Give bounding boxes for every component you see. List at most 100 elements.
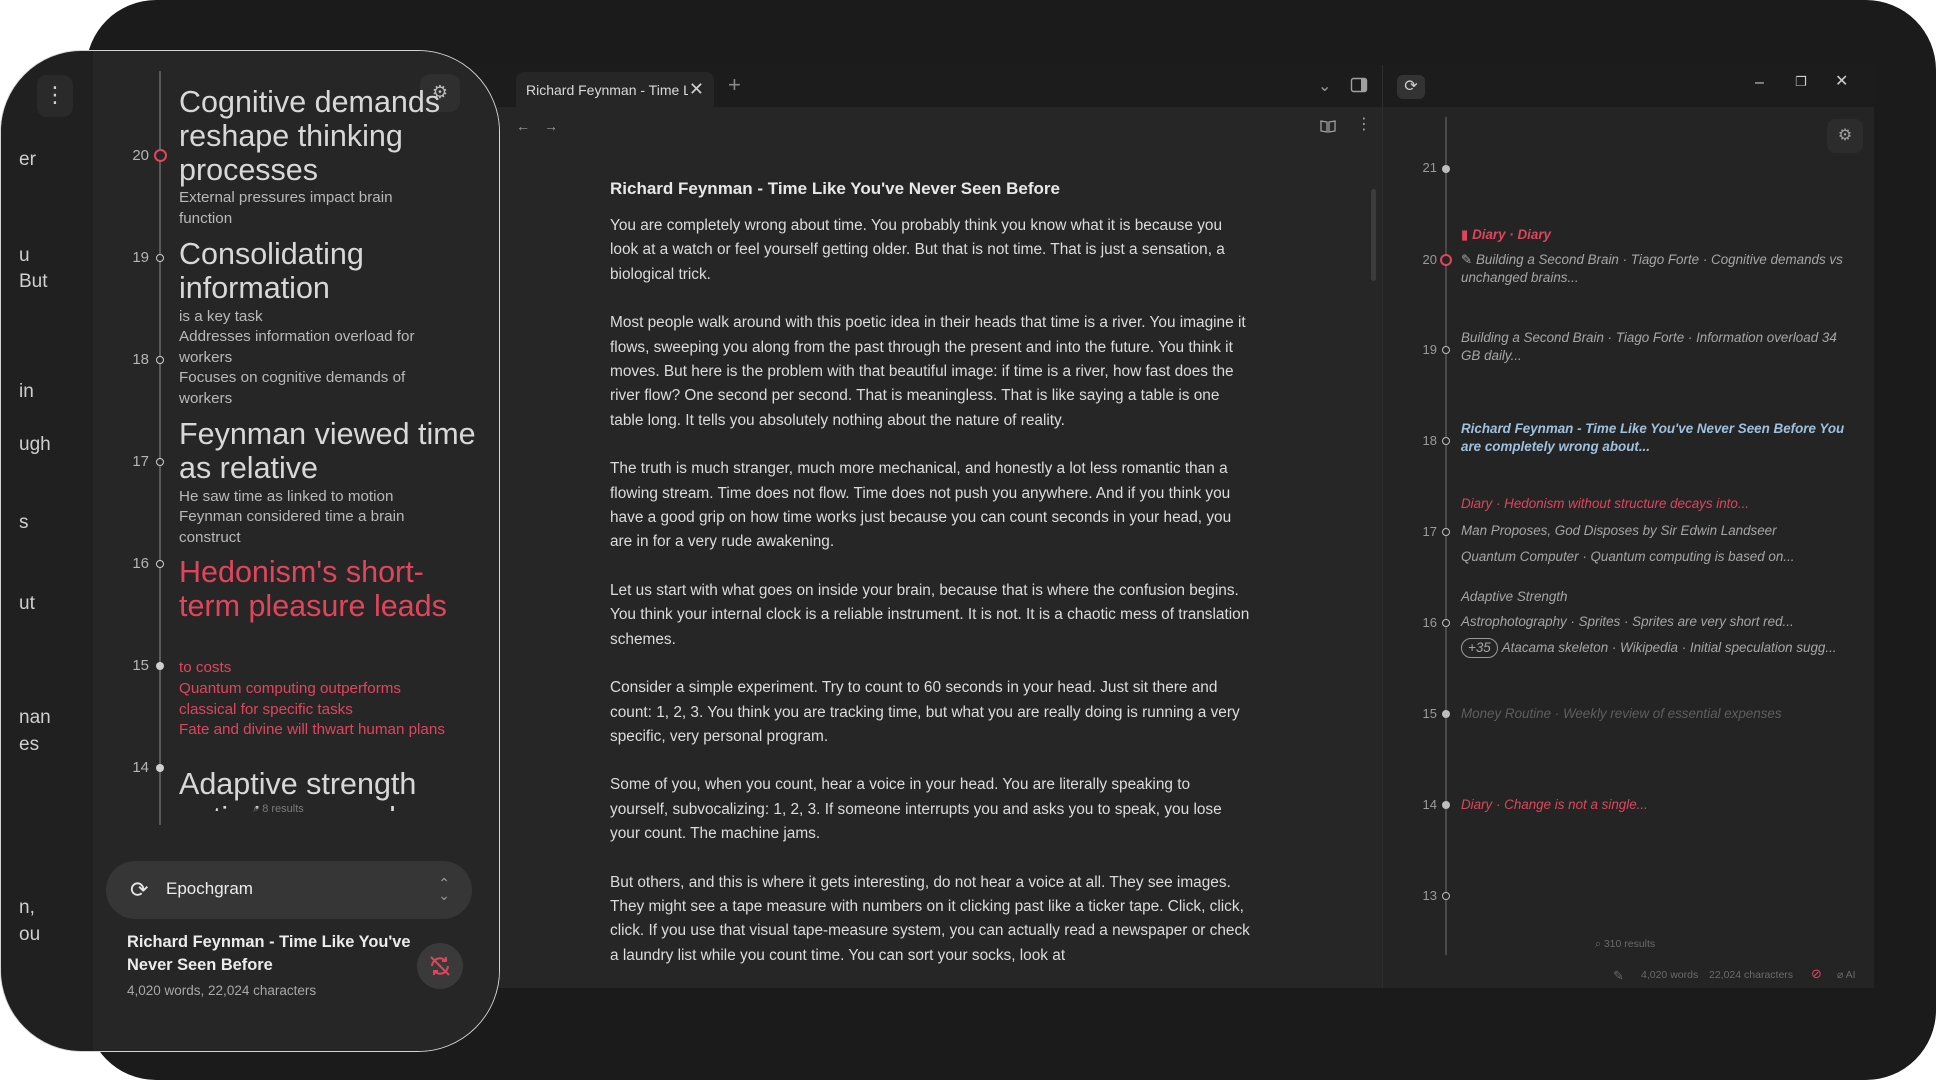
timeline-marker[interactable] <box>1442 710 1450 718</box>
more-options-icon[interactable]: ⋮ <box>1356 117 1372 133</box>
timeline-number: 19 <box>132 249 149 266</box>
sync-off-icon[interactable]: ⊘ <box>1811 966 1822 982</box>
current-note-meta: 4,020 words, 22,024 characters <box>127 983 317 998</box>
timeline-heading[interactable]: Adaptive strength <box>179 767 479 801</box>
more-count-badge[interactable]: +35 <box>1461 638 1498 658</box>
forward-arrow-icon[interactable]: → <box>544 119 558 133</box>
text-fragment: es <box>19 734 40 755</box>
epochgram-icon[interactable]: ⟳ <box>1397 75 1425 99</box>
tab-close-icon[interactable]: ✕ <box>689 79 704 100</box>
timeline-heading-highlight[interactable]: Hedonism's short-term pleasure leads <box>179 555 479 623</box>
timeline-subitem: Quantum computing outperforms classical … <box>179 680 402 718</box>
sync-off-icon[interactable] <box>417 943 463 989</box>
paragraph: Most people walk around with this poetic… <box>610 314 1246 429</box>
timeline-entry[interactable]: Quantum Computer · Quantum computing is … <box>1461 548 1861 566</box>
paragraph: The truth is much stranger, much more me… <box>610 460 1232 551</box>
timeline-entry[interactable]: Money Routine · Weekly review of essenti… <box>1461 705 1861 723</box>
view-selector[interactable]: ⟳ Epochgram ⌃ ⌄ <box>106 861 472 919</box>
text-fragment: ut <box>19 593 35 614</box>
paragraph: But others, and this is where it gets in… <box>610 873 1250 964</box>
timeline-marker[interactable] <box>1442 165 1450 173</box>
timeline-entry[interactable]: Diary · Hedonism without structure decay… <box>1461 495 1861 513</box>
timeline-entry[interactable]: +35 Atacama skeleton · Wikipedia · Initia… <box>1461 638 1861 658</box>
timeline-marker[interactable] <box>1442 346 1450 354</box>
close-window-icon[interactable]: ✕ <box>1835 74 1848 90</box>
entry-text: Diary · Diary <box>1472 227 1551 242</box>
selector-label: Epochgram <box>166 879 253 898</box>
timeline-marker[interactable] <box>156 560 164 568</box>
document-content[interactable]: Richard Feynman - Time Like You've Never… <box>610 177 1250 988</box>
timeline-marker-current[interactable] <box>1440 254 1452 266</box>
text-fragment: s <box>19 512 29 533</box>
timeline-entry[interactable]: Man Proposes, God Disposes by Sir Edwin … <box>1461 522 1861 540</box>
pencil-icon[interactable]: ✎ <box>1613 968 1624 984</box>
timeline-entry[interactable]: ✎ Building a Second Brain · Tiago Forte … <box>1461 251 1851 287</box>
timeline-entry[interactable]: ▮ Diary · Diary <box>1461 226 1861 244</box>
gear-icon[interactable]: ⚙ <box>1827 119 1863 153</box>
text-fragment: ugh <box>19 434 51 455</box>
chevron-down-icon[interactable]: ⌄ <box>1318 79 1331 95</box>
text-fragment: n, <box>19 897 35 918</box>
timeline-marker[interactable] <box>156 764 164 772</box>
timeline-axis <box>159 71 161 825</box>
phone-frame: ⋮ er u But in ugh s ut nan es n, ou ⚙ 20… <box>0 50 500 1052</box>
timeline-heading[interactable]: Cognitive demands reshape thinking proce… <box>179 85 479 187</box>
timeline-marker[interactable] <box>1442 437 1450 445</box>
reading-mode-icon[interactable] <box>1320 119 1336 137</box>
timeline-subitem: External pressures impact brain function <box>179 189 393 227</box>
text-fragment: er <box>19 149 36 170</box>
paragraph: You are completely wrong about time. You… <box>610 217 1225 283</box>
scrollbar-thumb[interactable] <box>1371 189 1376 281</box>
results-count: ⌕ 310 results <box>1595 938 1656 950</box>
timeline-marker[interactable] <box>1442 801 1450 809</box>
timeline-entry-selected[interactable]: Richard Feynman - Time Like You've Never… <box>1461 420 1851 456</box>
timeline-marker-current[interactable] <box>154 149 167 162</box>
timeline-number: 13 <box>1422 888 1437 903</box>
timeline-marker[interactable] <box>156 356 164 364</box>
timeline-number: 21 <box>1422 160 1437 175</box>
document-title: Richard Feynman - Time Like You've Never… <box>610 179 1060 198</box>
current-note-title[interactable]: Richard Feynman - Time Like You've Never… <box>127 931 417 977</box>
timeline-number: 16 <box>132 555 149 572</box>
timeline-marker[interactable] <box>156 458 164 466</box>
ai-status[interactable]: ⌀ AI <box>1837 969 1856 981</box>
sidebar-toggle-icon[interactable] <box>1350 76 1368 98</box>
timeline-marker[interactable] <box>1442 892 1450 900</box>
paragraph: Consider a simple experiment. Try to cou… <box>610 679 1240 745</box>
paragraph: Let us start with what goes on inside yo… <box>610 581 1250 648</box>
back-arrow-icon[interactable]: ← <box>516 119 530 133</box>
timeline-number: 19 <box>1422 342 1437 357</box>
editor-pane: Richard Feynman - Time Li... ✕ + ⌄ ← → ⋮… <box>476 65 1382 988</box>
word-count: 4,020 words <box>1641 969 1699 981</box>
timeline-entry[interactable]: Adaptive Strength <box>1461 588 1861 606</box>
editor-body[interactable]: ← → ⋮ Richard Feynman - Time Like You've… <box>476 107 1382 988</box>
timeline-number: 16 <box>1422 615 1437 630</box>
epochgram-icon: ⟳ <box>130 877 149 902</box>
timeline-subitem: Focuses on cognitive demands of workers <box>179 369 406 407</box>
timeline-number: 15 <box>1422 706 1437 721</box>
new-tab-icon[interactable]: + <box>728 72 741 98</box>
timeline-axis <box>1445 117 1447 955</box>
restore-icon[interactable]: ❐ <box>1795 75 1807 88</box>
timeline-entry[interactable]: Building a Second Brain · Tiago Forte · … <box>1461 329 1851 365</box>
timeline-marker[interactable] <box>156 254 164 262</box>
tab-active-document[interactable]: Richard Feynman - Time Li... ✕ <box>516 72 714 107</box>
minimize-icon[interactable]: – <box>1755 75 1764 91</box>
timeline-number: 18 <box>132 351 149 368</box>
timeline-marker[interactable] <box>1442 619 1450 627</box>
timeline-number: 14 <box>1422 797 1437 812</box>
entry-text: Atacama skeleton · Wikipedia · Initial s… <box>1501 640 1837 655</box>
timeline-marker[interactable] <box>1442 528 1450 536</box>
timeline-heading[interactable]: Feynman viewed time as relative <box>179 417 479 485</box>
fade-overlay <box>173 811 493 841</box>
more-options-icon[interactable]: ⋮ <box>37 75 73 117</box>
text-fragment: in <box>19 381 34 402</box>
timeline-entry[interactable]: Astrophotography · Sprites · Sprites are… <box>1461 613 1861 631</box>
timeline-subitem: Fate and divine will thwart human plans <box>179 721 445 738</box>
timeline-number: 14 <box>132 759 149 776</box>
text-fragment: But <box>19 271 48 292</box>
timeline-number: 18 <box>1422 433 1437 448</box>
timeline-entry[interactable]: Diary · Change is not a single... <box>1461 796 1861 814</box>
timeline-heading[interactable]: Consolidating information <box>179 237 479 305</box>
timeline-marker[interactable] <box>156 662 164 670</box>
